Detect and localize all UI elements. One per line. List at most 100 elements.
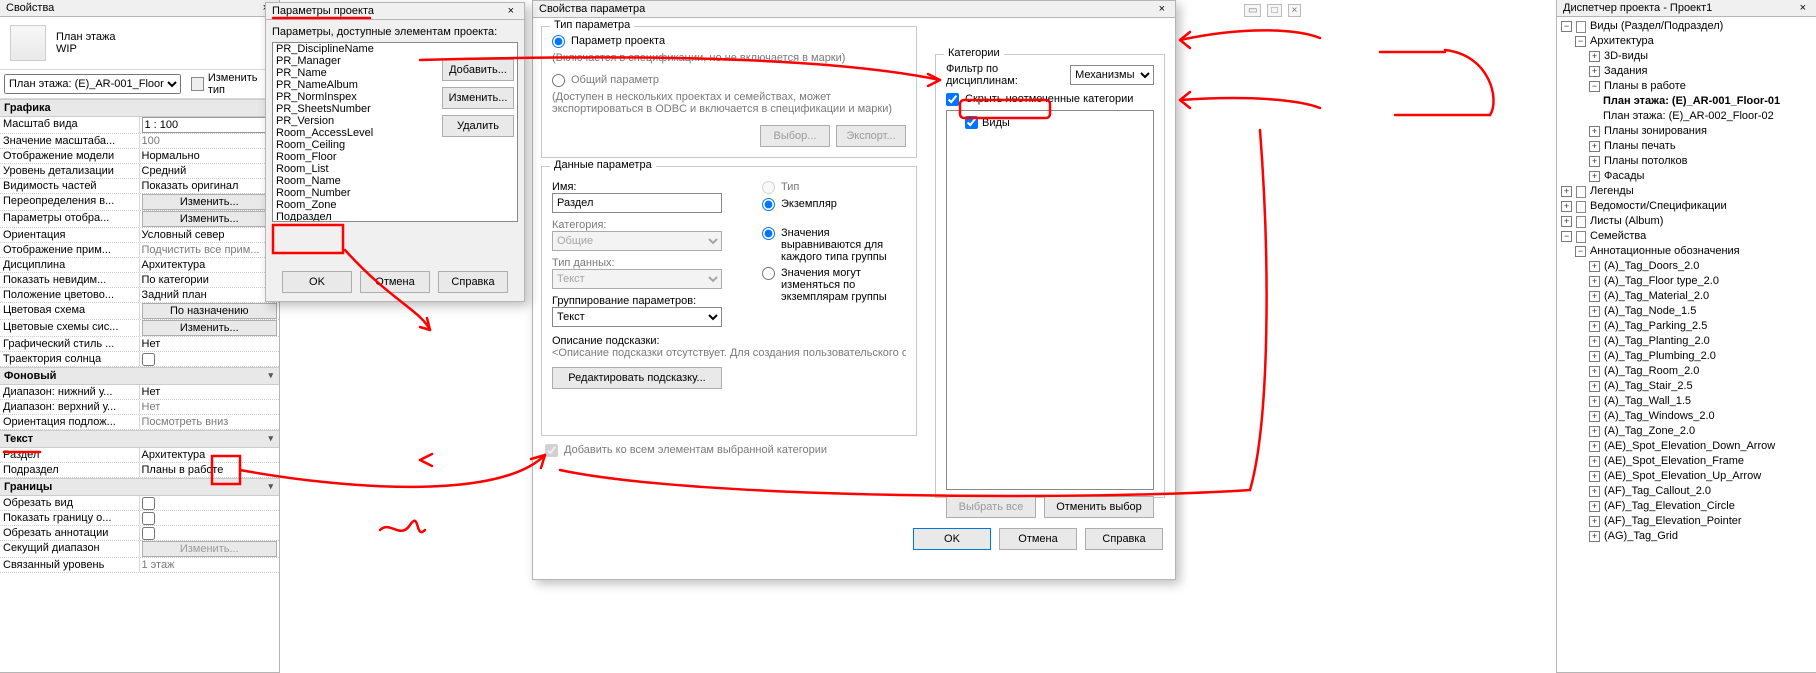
plus-icon[interactable]: + xyxy=(1561,201,1572,212)
edit-type-button[interactable]: Изменить тип xyxy=(187,72,275,96)
close-icon[interactable]: × xyxy=(1288,4,1302,17)
family-item[interactable]: (AE)_Spot_Elevation_Down_Arrow xyxy=(1604,439,1775,454)
node-legends[interactable]: Легенды xyxy=(1590,184,1634,199)
category-select[interactable]: Общие xyxy=(552,231,722,251)
shared-param-radio[interactable] xyxy=(552,74,565,87)
plus-icon[interactable]: + xyxy=(1589,456,1600,467)
project-browser-tree[interactable]: −Виды (Раздел/Подраздел) −Архитектура +3… xyxy=(1557,17,1816,546)
minus-icon[interactable]: − xyxy=(1561,21,1572,32)
minus-icon[interactable]: − xyxy=(1589,81,1600,92)
disp-params-button[interactable]: Изменить... xyxy=(142,211,278,227)
type-radio[interactable] xyxy=(762,181,775,194)
export-button[interactable]: Экспорт... xyxy=(836,125,906,147)
param-item[interactable]: PR_DisciplineName xyxy=(273,43,517,55)
param-item[interactable]: Room_Floor xyxy=(273,151,517,163)
node-plans-zoning[interactable]: Планы зонирования xyxy=(1604,124,1707,139)
plus-icon[interactable]: + xyxy=(1589,501,1600,512)
cancel-button[interactable]: Отмена xyxy=(999,528,1077,550)
node-schedules[interactable]: Ведомости/Спецификации xyxy=(1590,199,1727,214)
group-borders[interactable]: Границы xyxy=(0,478,279,496)
cancel-button[interactable]: Отмена xyxy=(360,271,430,293)
family-item[interactable]: (A)_Tag_Room_2.0 xyxy=(1604,364,1699,379)
parameter-properties-titlebar[interactable]: Свойства параметра × xyxy=(533,1,1175,18)
section-edit-button[interactable]: Изменить... xyxy=(142,541,278,557)
plus-icon[interactable]: + xyxy=(1561,186,1572,197)
node-facades[interactable]: Фасады xyxy=(1604,169,1644,184)
node-plan-1[interactable]: План этажа: (E)_AR-001_Floor-01 xyxy=(1603,94,1780,109)
plus-icon[interactable]: + xyxy=(1589,306,1600,317)
group-underlay[interactable]: Фоновый xyxy=(0,367,279,385)
plus-icon[interactable]: + xyxy=(1589,396,1600,407)
restore-icon[interactable]: ▭ xyxy=(1244,4,1261,17)
plus-icon[interactable]: + xyxy=(1561,216,1572,227)
family-item[interactable]: (A)_Tag_Parking_2.5 xyxy=(1604,319,1707,334)
crop-ann-checkbox[interactable] xyxy=(142,527,155,540)
family-item[interactable]: (AG)_Tag_Grid xyxy=(1604,529,1678,544)
param-item[interactable]: Room_Name xyxy=(273,175,517,187)
project-param-radio[interactable] xyxy=(552,35,565,48)
plus-icon[interactable]: + xyxy=(1589,321,1600,332)
color-scheme-button[interactable]: По назначению xyxy=(142,303,278,319)
name-input[interactable] xyxy=(552,193,722,213)
plus-icon[interactable]: + xyxy=(1589,471,1600,482)
plus-icon[interactable]: + xyxy=(1589,261,1600,272)
plus-icon[interactable]: + xyxy=(1589,351,1600,362)
ok-button[interactable]: OK xyxy=(282,271,352,293)
family-item[interactable]: (A)_Tag_Windows_2.0 xyxy=(1604,409,1715,424)
family-item[interactable]: (AF)_Tag_Elevation_Pointer xyxy=(1604,514,1742,529)
scale-input[interactable] xyxy=(142,117,278,133)
family-item[interactable]: (A)_Tag_Material_2.0 xyxy=(1604,289,1709,304)
plus-icon[interactable]: + xyxy=(1589,51,1600,62)
crop-view-checkbox[interactable] xyxy=(142,497,155,510)
close-icon[interactable]: × xyxy=(1155,3,1169,15)
delete-button[interactable]: Удалить xyxy=(442,115,514,137)
help-button[interactable]: Справка xyxy=(438,271,508,293)
plus-icon[interactable]: + xyxy=(1589,291,1600,302)
close-icon[interactable]: × xyxy=(1796,2,1810,14)
show-crop-checkbox[interactable] xyxy=(142,512,155,525)
project-parameters-titlebar[interactable]: Параметры проекта × xyxy=(266,3,524,20)
plus-icon[interactable]: + xyxy=(1589,441,1600,452)
plus-icon[interactable]: + xyxy=(1589,141,1600,152)
plus-icon[interactable]: + xyxy=(1589,336,1600,347)
family-item[interactable]: (AE)_Spot_Elevation_Up_Arrow xyxy=(1604,469,1761,484)
category-item-checkbox[interactable] xyxy=(965,116,978,129)
minus-icon[interactable]: − xyxy=(1575,36,1586,47)
node-3d-views[interactable]: 3D-виды xyxy=(1604,49,1648,64)
node-plans-ceiling[interactable]: Планы потолков xyxy=(1604,154,1687,169)
plus-icon[interactable]: + xyxy=(1589,516,1600,527)
node-plans-work[interactable]: Планы в работе xyxy=(1604,79,1686,94)
color-sys-button[interactable]: Изменить... xyxy=(142,320,278,336)
node-views[interactable]: Виды (Раздел/Подраздел) xyxy=(1590,19,1723,34)
param-item[interactable]: Room_List xyxy=(273,163,517,175)
edit-tooltip-button[interactable]: Редактировать подсказку... xyxy=(552,367,722,389)
add-all-checkbox[interactable] xyxy=(545,444,558,457)
instance-radio[interactable] xyxy=(762,198,775,211)
vg-edit-button[interactable]: Изменить... xyxy=(142,194,278,210)
family-item[interactable]: (A)_Tag_Plumbing_2.0 xyxy=(1604,349,1716,364)
datatype-select[interactable]: Текст xyxy=(552,269,722,289)
node-architecture[interactable]: Архитектура xyxy=(1590,34,1654,49)
vary-radio[interactable] xyxy=(762,267,775,280)
node-families[interactable]: Семейства xyxy=(1590,229,1646,244)
group-text[interactable]: Текст xyxy=(0,430,279,448)
plus-icon[interactable]: + xyxy=(1589,411,1600,422)
plus-icon[interactable]: + xyxy=(1589,156,1600,167)
family-item[interactable]: (AF)_Tag_Elevation_Circle xyxy=(1604,499,1735,514)
family-item[interactable]: (A)_Tag_Floor type_2.0 xyxy=(1604,274,1719,289)
node-plans-print[interactable]: Планы печать xyxy=(1604,139,1676,154)
family-item[interactable]: (A)_Tag_Wall_1.5 xyxy=(1604,394,1691,409)
deselect-all-button[interactable]: Отменить выбор xyxy=(1044,496,1154,518)
ok-button[interactable]: OK xyxy=(913,528,991,550)
family-item[interactable]: (A)_Tag_Stair_2.5 xyxy=(1604,379,1693,394)
plus-icon[interactable]: + xyxy=(1589,126,1600,137)
minus-icon[interactable]: − xyxy=(1561,231,1572,242)
select-button[interactable]: Выбор... xyxy=(760,125,830,147)
node-tasks[interactable]: Задания xyxy=(1604,64,1647,79)
param-item[interactable]: Подраздел xyxy=(273,211,517,222)
sunpath-checkbox[interactable] xyxy=(142,353,155,366)
categories-tree[interactable]: Виды xyxy=(946,110,1154,490)
family-item[interactable]: (AF)_Tag_Callout_2.0 xyxy=(1604,484,1711,499)
type-selector[interactable]: План этажа: (E)_AR-001_Floor xyxy=(4,74,181,94)
help-button[interactable]: Справка xyxy=(1085,528,1163,550)
